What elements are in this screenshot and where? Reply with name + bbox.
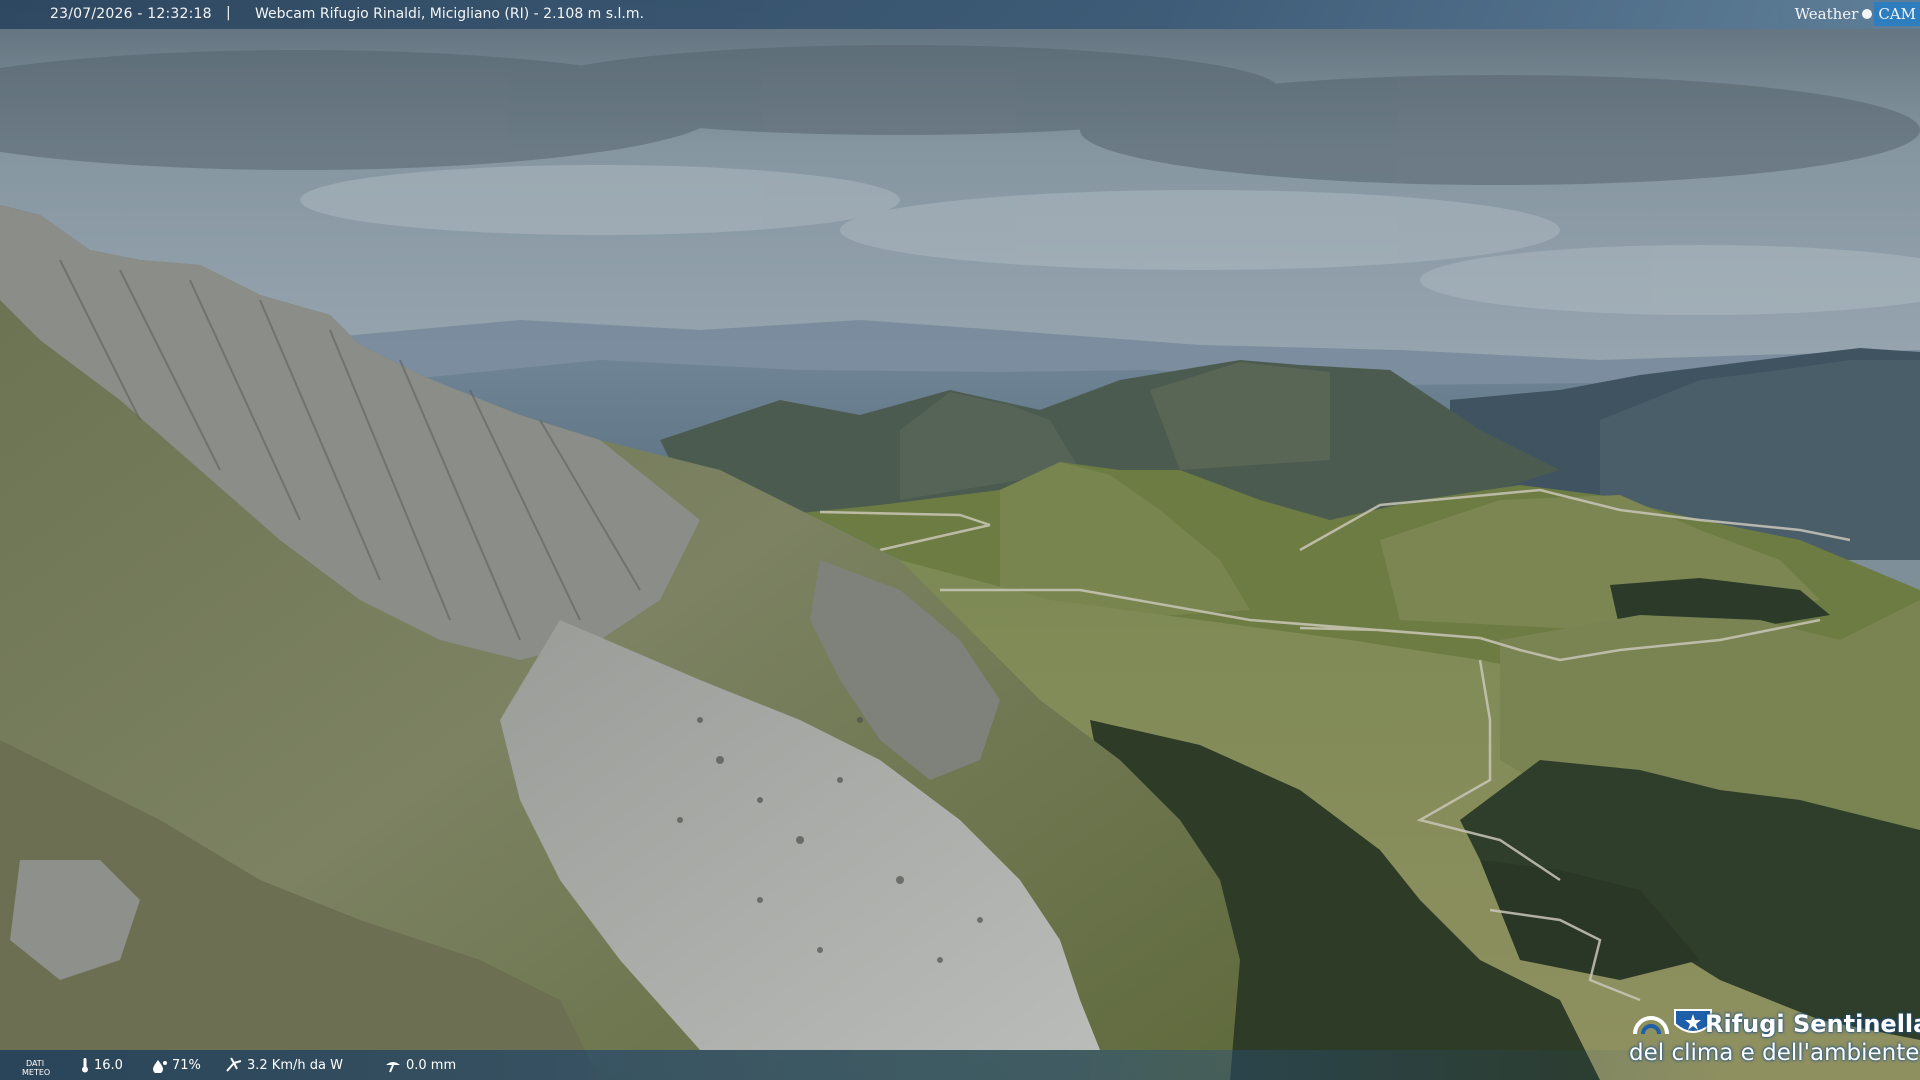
rain-gauge-icon bbox=[386, 1061, 400, 1072]
humidity-value: 71% bbox=[172, 1058, 201, 1073]
timestamp: 23/07/2026 - 12:32:18 bbox=[50, 6, 212, 22]
logo-subtitle: del clima e dell'ambiente bbox=[1629, 1040, 1920, 1066]
humidity-readout: 71% bbox=[152, 1058, 201, 1073]
wind-icon bbox=[226, 1057, 242, 1072]
humidity-icon bbox=[153, 1059, 167, 1073]
brand-dot-icon bbox=[1862, 8, 1873, 19]
rain-value: 0.0 mm bbox=[406, 1058, 457, 1073]
meteo-label: DATI METEO bbox=[22, 1059, 51, 1077]
wind-readout: 3.2 Km/h da W bbox=[225, 1057, 343, 1073]
brand-cam-text: CAM bbox=[1874, 1, 1920, 26]
weathercam-logo: Weather CAM bbox=[1791, 0, 1920, 27]
mountain-landscape-scene bbox=[0, 0, 1920, 1080]
temperature-readout: 16.0 bbox=[80, 1057, 123, 1073]
logo-title: Rifugi Sentinella bbox=[1705, 1010, 1920, 1038]
rifugi-sentinella-logo: Rifugi Sentinella del clima e dell'ambie… bbox=[1623, 992, 1920, 1072]
header-separator: | bbox=[226, 5, 231, 21]
thermometer-icon bbox=[82, 1058, 88, 1073]
webcam-header-bar: 23/07/2026 - 12:32:18 | Webcam Rifugio R… bbox=[0, 0, 1920, 29]
wind-value: 3.2 Km/h da W bbox=[247, 1057, 343, 1073]
temperature-value: 16.0 bbox=[94, 1057, 123, 1073]
webcam-title: Webcam Rifugio Rinaldi, Micigliano (RI) … bbox=[255, 6, 644, 22]
rain-readout: 0.0 mm bbox=[384, 1058, 456, 1073]
brand-weather-text: Weather bbox=[1794, 4, 1859, 23]
